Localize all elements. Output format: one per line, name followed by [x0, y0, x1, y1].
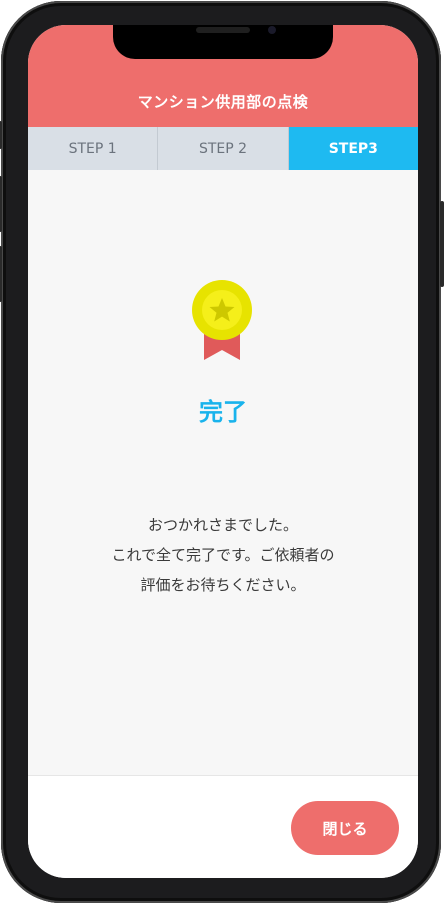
step-3: STEP3 [288, 127, 418, 170]
mute-switch [0, 121, 2, 149]
footer: 閉じる [28, 775, 418, 878]
phone-frame: マンション供用部の点検 STEP 1 STEP 2 STEP3 完了 おつかれさ… [0, 1, 444, 903]
message-line: おつかれさまでした。 [147, 516, 298, 534]
speaker-grille [196, 27, 250, 33]
notch [113, 25, 333, 59]
message-line: 評価をお待ちください。 [140, 576, 306, 594]
step-2: STEP 2 [158, 127, 289, 170]
step-indicator: STEP 1 STEP 2 STEP3 [28, 127, 418, 170]
completion-heading: 完了 [199, 398, 247, 426]
completion-content: 完了 おつかれさまでした。 これで全て完了です。ご依頼者の 評価をお待ちください… [28, 170, 418, 775]
screen: マンション供用部の点検 STEP 1 STEP 2 STEP3 完了 おつかれさ… [28, 25, 418, 878]
power-button [440, 201, 444, 287]
front-camera [268, 26, 276, 34]
message-line: これで全て完了です。ご依頼者の [111, 546, 335, 564]
volume-up-button [0, 176, 2, 232]
page-title: マンション供用部の点検 [137, 93, 309, 111]
completion-message: おつかれさまでした。 これで全て完了です。ご依頼者の 評価をお待ちください。 [28, 510, 418, 600]
close-button[interactable]: 閉じる [291, 801, 399, 855]
medal-star-icon [192, 280, 252, 360]
step-1: STEP 1 [28, 127, 159, 170]
volume-down-button [0, 246, 2, 302]
